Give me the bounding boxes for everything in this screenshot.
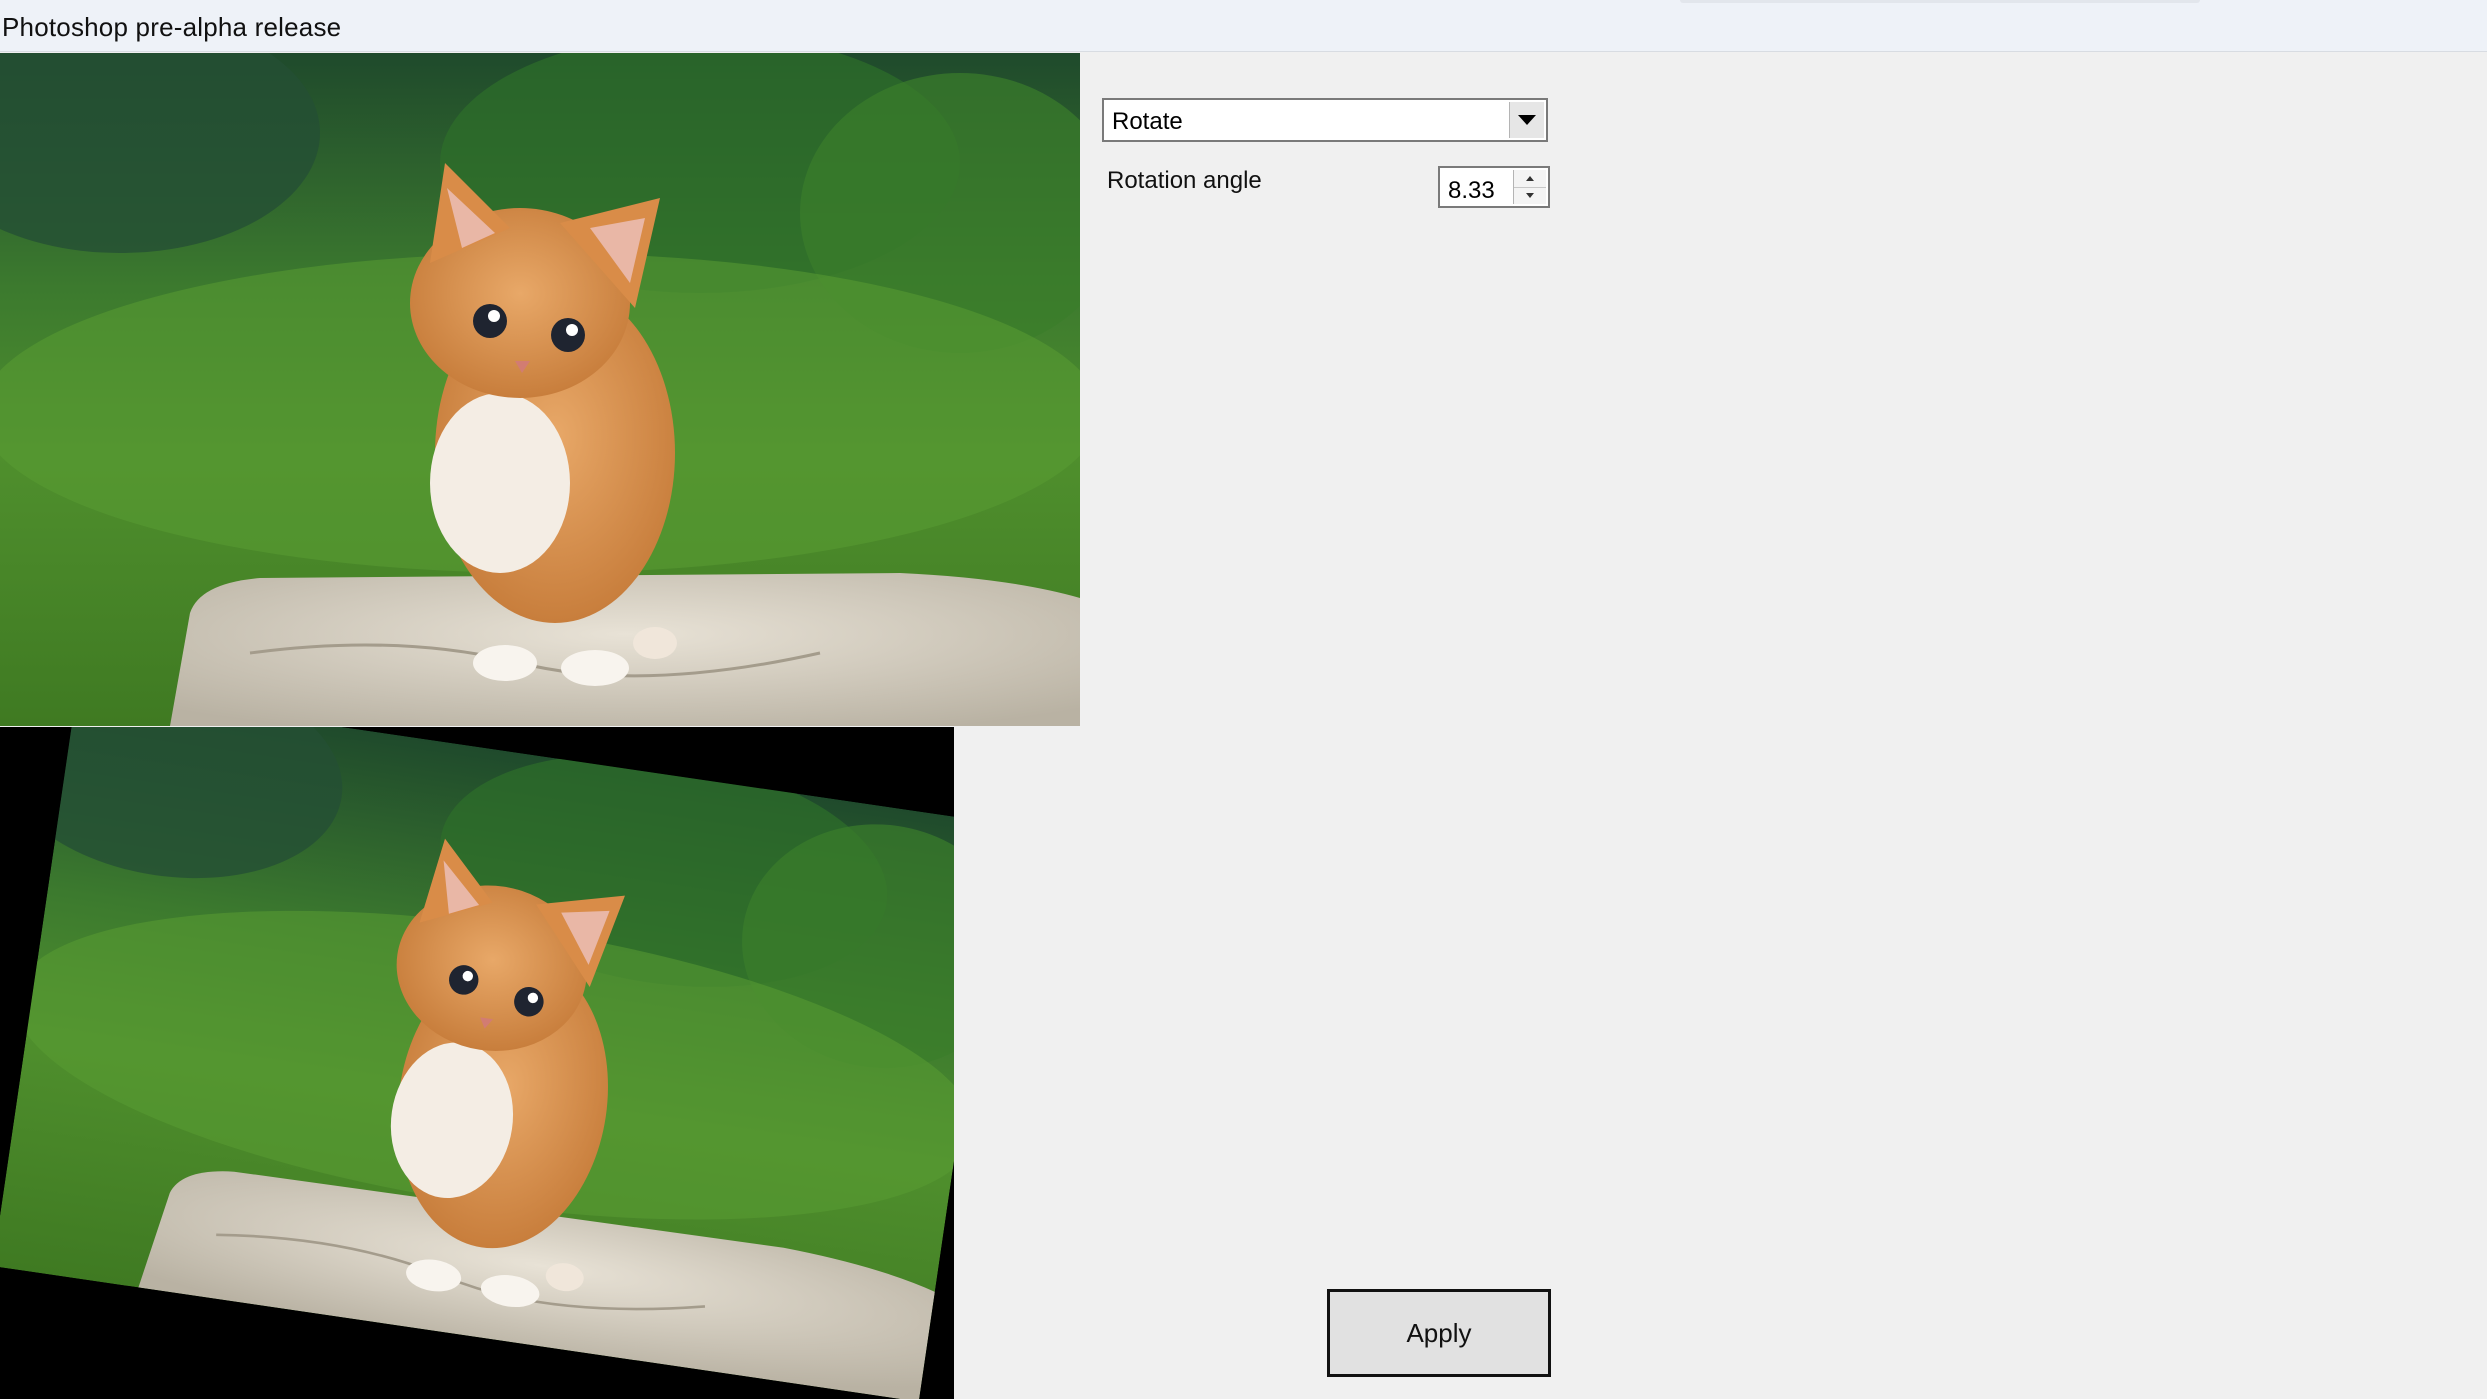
rotated-result-image bbox=[0, 727, 954, 1399]
operation-dropdown-value: Rotate bbox=[1112, 108, 1183, 135]
window-title: Photoshop pre-alpha release bbox=[2, 12, 342, 42]
controls-panel bbox=[1081, 53, 2487, 1399]
kitten-photo-rotated bbox=[0, 727, 954, 1399]
apply-button[interactable]: Apply bbox=[1327, 1289, 1551, 1377]
original-image bbox=[0, 53, 1080, 726]
spinner-down-button[interactable] bbox=[1514, 187, 1546, 204]
kitten-photo bbox=[0, 53, 1080, 726]
dropdown-arrow-button[interactable] bbox=[1509, 102, 1544, 138]
spinner-up-button[interactable] bbox=[1514, 170, 1546, 188]
arrow-down-icon bbox=[1526, 193, 1534, 198]
title-bar-accent bbox=[1680, 0, 2200, 3]
rotation-angle-label: Rotation angle bbox=[1107, 167, 1262, 194]
rotation-angle-spinner[interactable]: 8.33 bbox=[1438, 166, 1550, 208]
title-bar: Photoshop pre-alpha release bbox=[0, 0, 2487, 52]
rotation-angle-input[interactable]: 8.33 bbox=[1448, 177, 1495, 205]
operation-dropdown[interactable]: Rotate bbox=[1102, 98, 1548, 142]
spinner-arrows bbox=[1513, 170, 1546, 204]
arrow-up-icon bbox=[1526, 176, 1534, 181]
chevron-down-icon bbox=[1518, 115, 1536, 125]
